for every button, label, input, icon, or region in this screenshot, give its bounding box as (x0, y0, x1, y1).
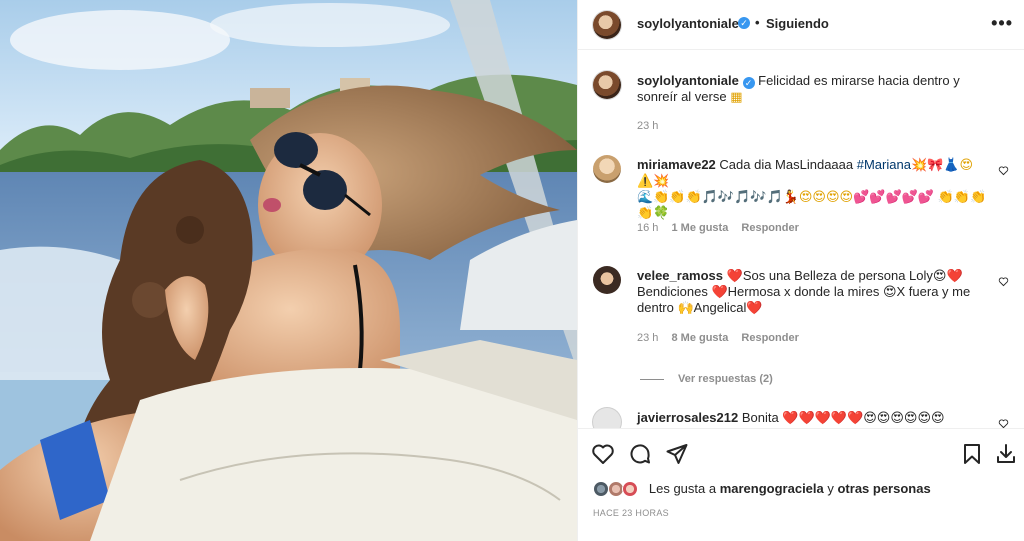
caption-meta: 23 h (637, 120, 668, 132)
replies-divider (640, 378, 664, 380)
comment-username[interactable]: miriamave22 (637, 157, 716, 172)
comment-username[interactable]: velee_ramoss (637, 268, 723, 283)
caption-body: soylolyantoniale ✓ Felicidad es mirarse … (637, 73, 987, 105)
commenter-avatar[interactable] (593, 408, 621, 428)
view-replies-label[interactable]: Ver respuestas (2) (678, 373, 773, 385)
comment-meta: 16 h 1 Me gusta Responder (637, 222, 809, 234)
like-heart-icon[interactable] (591, 442, 615, 466)
gift-emoji-icon: ▦ (730, 89, 743, 104)
verified-badge-icon: ✓ (742, 77, 755, 89)
liker-avatar[interactable] (607, 481, 624, 497)
post-timestamp: HACE 23 HORAS (593, 508, 669, 518)
like-comment-heart-icon[interactable] (998, 276, 1009, 287)
likes-prefix: Les gusta a (648, 481, 720, 496)
reply-button[interactable]: Responder (741, 332, 798, 344)
comment-likes[interactable]: 1 Me gusta (671, 222, 728, 234)
hashtag-link[interactable]: #Mariana (857, 157, 911, 172)
liker-avatar[interactable] (622, 481, 639, 497)
save-bookmark-icon[interactable] (960, 442, 984, 466)
comment-emojis: 👏🍀 (637, 205, 670, 220)
likes-middle: y (823, 481, 838, 496)
post-header: soylolyantoniale ✓ • Siguiendo ••• (578, 0, 1024, 50)
share-paper-plane-icon[interactable] (665, 442, 689, 466)
commenter-avatar[interactable] (593, 266, 621, 294)
verified-badge-icon: ✓ (738, 17, 750, 29)
likes-summary: Les gusta a marengograciela y otras pers… (593, 481, 931, 497)
like-comment-heart-icon[interactable] (998, 165, 1009, 176)
author-username[interactable]: soylolyantoniale (637, 16, 739, 31)
reply-button[interactable]: Responder (741, 222, 798, 234)
comment-likes[interactable]: 8 Me gusta (671, 332, 728, 344)
caption-username[interactable]: soylolyantoniale (637, 73, 739, 88)
photo-illustration (0, 0, 577, 541)
caption-avatar[interactable] (593, 71, 621, 99)
comment-text: Cada dia MasLindaaaa (719, 157, 857, 172)
liker-avatar[interactable] (593, 481, 609, 497)
like-comment-heart-icon[interactable] (998, 418, 1009, 428)
separator-dot: • (755, 15, 760, 30)
comment-time[interactable]: 23 h (637, 332, 658, 344)
comments-list[interactable]: soylolyantoniale ✓ Felicidad es mirarse … (578, 51, 1024, 428)
comment-bubble-icon[interactable] (628, 442, 652, 466)
comment-body: velee_ramoss ❤️Sos una Belleza de person… (637, 268, 987, 316)
view-replies-button[interactable]: Ver respuestas (2) (640, 373, 773, 385)
caption-time[interactable]: 23 h (637, 120, 658, 132)
comment-body: miriamave22 Cada dia MasLindaaaa #Marian… (637, 157, 987, 221)
comment-time[interactable]: 16 h (637, 222, 658, 234)
comment-emojis: 🌊👏👏👏🎵🎶🎵🎶🎵💃😍😍😍😍💕💕💕💕💕 👏👏👏 (637, 189, 987, 204)
author-avatar[interactable] (593, 11, 621, 39)
following-button[interactable]: Siguiendo (766, 16, 829, 31)
commenter-avatar[interactable] (593, 155, 621, 183)
post-actions: Les gusta a marengograciela y otras pers… (578, 428, 1024, 541)
liker-username[interactable]: marengograciela (720, 481, 824, 496)
comment-username[interactable]: javierrosales212 (637, 410, 738, 425)
post-panel: soylolyantoniale ✓ • Siguiendo ••• soylo… (577, 0, 1024, 541)
more-options-icon[interactable]: ••• (991, 13, 1013, 34)
comment-meta: 23 h 8 Me gusta Responder (637, 332, 809, 344)
other-likers-link[interactable]: otras personas (837, 481, 930, 496)
download-icon[interactable] (994, 442, 1018, 466)
post-photo[interactable] (0, 0, 577, 541)
comment-text: Bonita ❤️❤️❤️❤️❤️😍😍😍😍😍😍 (741, 410, 945, 425)
comment-body: javierrosales212 Bonita ❤️❤️❤️❤️❤️😍😍😍😍😍😍 (637, 410, 987, 426)
